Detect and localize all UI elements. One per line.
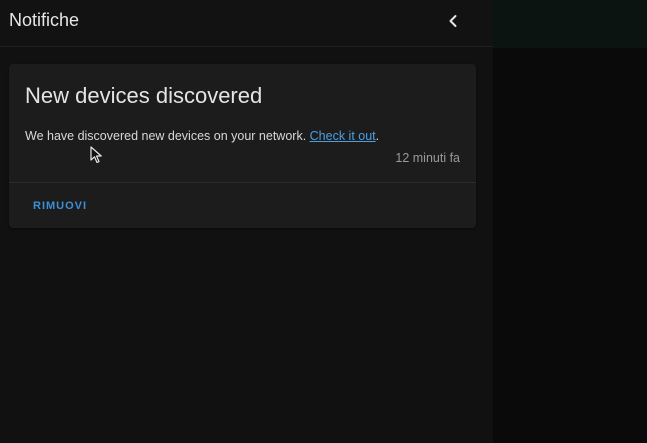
chevron-left-icon bbox=[447, 14, 459, 28]
notification-message: We have discovered new devices on your n… bbox=[25, 128, 379, 144]
mouse-pointer-icon bbox=[90, 146, 104, 164]
remove-button[interactable]: RIMUOVI bbox=[25, 195, 95, 217]
screen: Notifiche New devices discovered We have… bbox=[0, 0, 647, 443]
drawer-content: New devices discovered We have discovere… bbox=[0, 47, 493, 443]
drawer-header: Notifiche bbox=[0, 0, 493, 47]
notification-timestamp: 12 minuti fa bbox=[395, 151, 460, 165]
notification-message-text: We have discovered new devices on your n… bbox=[25, 129, 310, 143]
page-backdrop[interactable] bbox=[493, 0, 647, 443]
notification-title: New devices discovered bbox=[25, 83, 263, 108]
drawer-title: Notifiche bbox=[9, 10, 80, 30]
notification-message-suffix: . bbox=[375, 129, 380, 143]
notification-drawer: Notifiche New devices discovered We have… bbox=[0, 0, 493, 443]
card-divider bbox=[9, 182, 476, 183]
check-it-out-link[interactable]: Check it out bbox=[310, 129, 376, 143]
backdrop-header bbox=[493, 0, 647, 48]
close-drawer-button[interactable] bbox=[440, 8, 466, 34]
notification-card: New devices discovered We have discovere… bbox=[9, 64, 476, 228]
